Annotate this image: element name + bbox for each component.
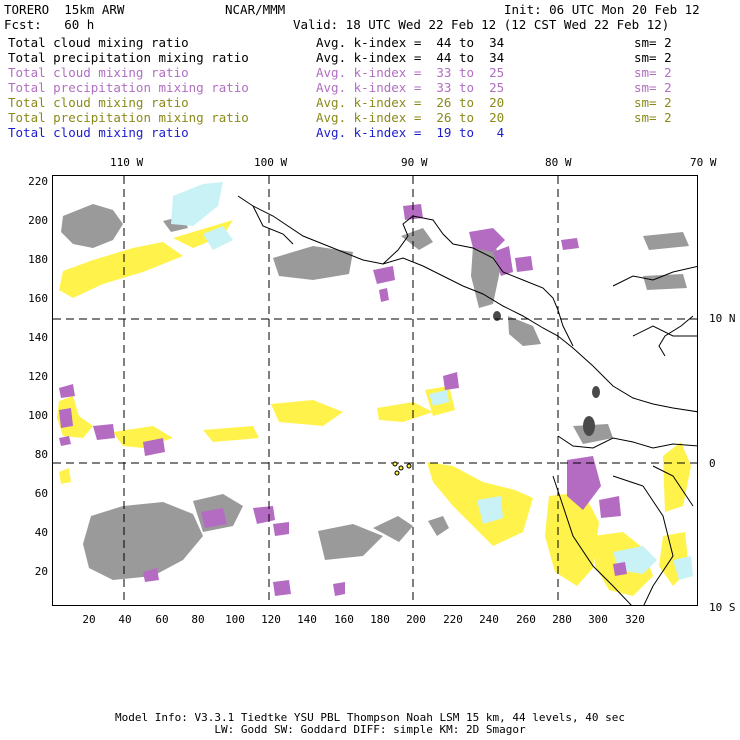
lon-label-90w: 90 W: [401, 156, 428, 169]
lon-label-100w: 100 W: [254, 156, 288, 169]
x-tick-120: 120: [261, 613, 281, 626]
lon-label-110w: 110 W: [110, 156, 144, 169]
legend-row-4: Total precipitation mixing ratio Avg. k-…: [8, 80, 738, 95]
x-tick-240: 240: [479, 613, 499, 626]
lat-label-0: 0: [709, 457, 716, 470]
y-tick-60: 60: [34, 487, 48, 500]
lat-label-10s: 10 S: [709, 601, 736, 614]
legend-row-6: Total precipitation mixing ratio Avg. k-…: [8, 110, 738, 125]
x-tick-20: 20: [82, 613, 96, 626]
galapagos-islands: [392, 461, 412, 476]
legend-sm: sm= 2: [634, 50, 672, 65]
x-tick-200: 200: [406, 613, 426, 626]
y-tick-200: 200: [28, 214, 48, 227]
legend-kindex: Avg. k-index = 33 to 25: [316, 65, 505, 80]
y-tick-220: 220: [28, 175, 48, 188]
footer-physics-info: LW: Godd SW: Goddard DIFF: simple KM: 2D…: [214, 723, 526, 736]
model-title: TORERO 15km ARW: [4, 2, 125, 17]
y-tick-40: 40: [34, 526, 48, 539]
legend-field: Total cloud mixing ratio: [8, 95, 189, 110]
legend-sm: sm= 2: [634, 80, 672, 95]
valid-time: Valid: 18 UTC Wed 22 Feb 12 (12 CST Wed …: [293, 17, 670, 32]
x-tick-180: 180: [370, 613, 390, 626]
x-tick-280: 280: [552, 613, 572, 626]
legend-row-1: Total cloud mixing ratio Avg. k-index = …: [8, 35, 738, 50]
y-tick-140: 140: [28, 331, 48, 344]
legend-kindex: Avg. k-index = 26 to 20: [316, 95, 505, 110]
lon-label-70w: 70 W: [690, 156, 717, 169]
legend-row-5: Total cloud mixing ratio Avg. k-index = …: [8, 95, 738, 110]
legend-field: Total precipitation mixing ratio: [8, 110, 249, 125]
org-label: NCAR/MMM: [225, 2, 286, 17]
y-tick-160: 160: [28, 292, 48, 305]
legend-row-2: Total precipitation mixing ratio Avg. k-…: [8, 50, 738, 65]
legend-sm: sm= 2: [634, 110, 672, 125]
x-tick-300: 300: [588, 613, 608, 626]
y-tick-100: 100: [28, 409, 48, 422]
lat-label-10n: 10 N: [709, 312, 736, 325]
x-tick-40: 40: [118, 613, 132, 626]
legend-kindex: Avg. k-index = 33 to 25: [316, 80, 505, 95]
x-tick-80: 80: [191, 613, 205, 626]
legend-kindex: Avg. k-index = 26 to 20: [316, 110, 505, 125]
x-tick-140: 140: [297, 613, 317, 626]
forecast-hour: Fcst: 60 h: [4, 17, 95, 32]
lon-label-80w: 80 W: [545, 156, 572, 169]
legend-field: Total precipitation mixing ratio: [8, 50, 249, 65]
y-tick-80: 80: [34, 448, 48, 461]
map-panel: [52, 175, 698, 606]
x-tick-60: 60: [155, 613, 169, 626]
legend-field: Total cloud mixing ratio: [8, 65, 189, 80]
y-tick-180: 180: [28, 253, 48, 266]
x-tick-220: 220: [443, 613, 463, 626]
legend-field: Total cloud mixing ratio: [8, 35, 189, 50]
legend-sm: sm= 2: [634, 35, 672, 50]
legend-sm: sm= 2: [634, 65, 672, 80]
x-tick-160: 160: [334, 613, 354, 626]
legend-row-7: Total cloud mixing ratio Avg. k-index = …: [8, 125, 738, 140]
x-tick-320: 320: [625, 613, 645, 626]
y-tick-120: 120: [28, 370, 48, 383]
init-time: Init: 06 UTC Mon 20 Feb 12: [504, 2, 700, 17]
x-tick-260: 260: [516, 613, 536, 626]
legend-field: Total cloud mixing ratio: [8, 125, 189, 140]
legend-kindex: Avg. k-index = 44 to 34: [316, 35, 505, 50]
legend-kindex: Avg. k-index = 44 to 34: [316, 50, 505, 65]
x-tick-100: 100: [225, 613, 245, 626]
legend-sm: sm= 2: [634, 95, 672, 110]
legend-row-3: Total cloud mixing ratio Avg. k-index = …: [8, 65, 738, 80]
legend-field: Total precipitation mixing ratio: [8, 80, 249, 95]
map-svg: [53, 176, 697, 605]
legend-kindex: Avg. k-index = 19 to 4: [316, 125, 505, 140]
y-tick-20: 20: [34, 565, 48, 578]
